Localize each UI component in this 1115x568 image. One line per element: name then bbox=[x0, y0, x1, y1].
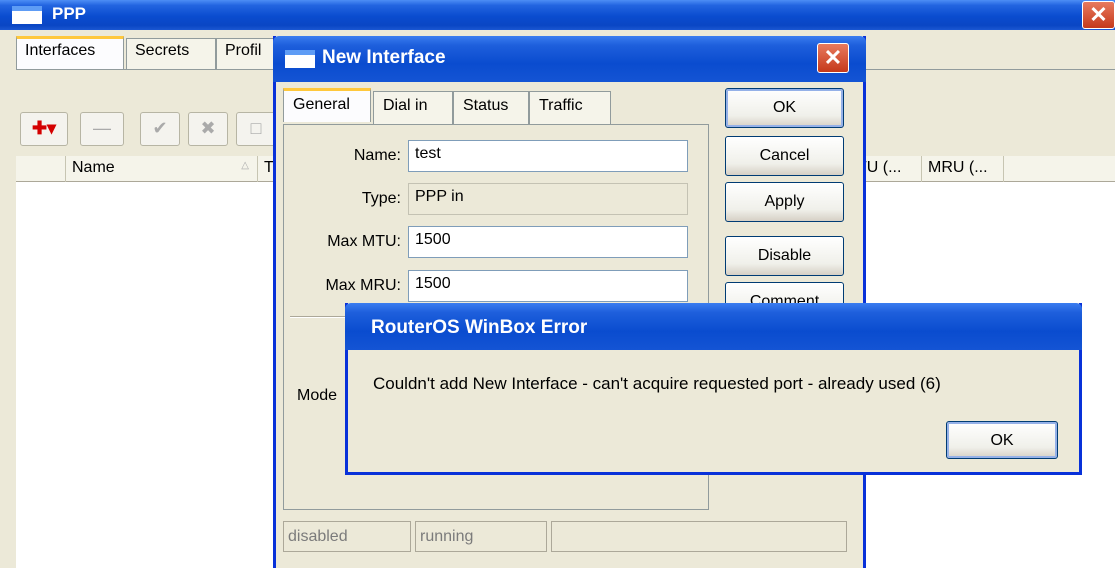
apply-button[interactable]: Apply bbox=[725, 182, 844, 222]
tab-status[interactable]: Status bbox=[453, 91, 529, 125]
new-interface-titlebar[interactable]: New Interface ✕ bbox=[273, 36, 866, 82]
remove-button[interactable]: — bbox=[80, 112, 124, 146]
comment-button[interactable]: □ bbox=[236, 112, 276, 146]
error-message: Couldn't add New Interface - can't acqui… bbox=[373, 374, 941, 393]
enable-button[interactable]: ✔ bbox=[140, 112, 180, 146]
name-label: Name: bbox=[353, 147, 401, 164]
add-button[interactable]: ✚▾ bbox=[20, 112, 68, 146]
dialog-title: New Interface bbox=[322, 47, 446, 68]
max-mtu-label: Max MTU: bbox=[327, 233, 401, 250]
column-name[interactable]: Name △ bbox=[66, 156, 258, 182]
tab-dial-in[interactable]: Dial in bbox=[373, 91, 453, 125]
window-icon bbox=[12, 6, 42, 24]
tab-general[interactable]: General bbox=[283, 88, 371, 122]
max-mru-field[interactable]: 1500 bbox=[408, 270, 688, 302]
ppp-window-title: PPP bbox=[52, 4, 87, 23]
column-mru[interactable]: MRU (... bbox=[922, 156, 1004, 182]
column-name-label: Name bbox=[72, 159, 115, 176]
disable-button[interactable]: ✖ bbox=[188, 112, 228, 146]
status-running: running bbox=[415, 521, 547, 552]
max-mtu-field[interactable]: 1500 bbox=[408, 226, 688, 258]
cancel-button[interactable]: Cancel bbox=[725, 136, 844, 176]
error-titlebar[interactable]: RouterOS WinBox Error bbox=[345, 303, 1082, 350]
close-icon[interactable]: ✕ bbox=[1082, 1, 1115, 29]
window-icon bbox=[285, 50, 315, 68]
max-mru-label: Max MRU: bbox=[325, 277, 401, 294]
status-extra bbox=[551, 521, 847, 552]
type-label: Type: bbox=[361, 190, 401, 207]
name-field[interactable]: test bbox=[408, 140, 688, 172]
sort-icon: △ bbox=[241, 160, 249, 171]
tab-traffic[interactable]: Traffic bbox=[529, 91, 611, 125]
ok-button[interactable]: OK bbox=[725, 88, 844, 128]
tab-profiles[interactable]: Profil bbox=[216, 38, 276, 70]
ppp-titlebar[interactable]: PPP ✕ bbox=[0, 0, 1115, 30]
status-bar: disabled running bbox=[276, 515, 863, 555]
header-spacer bbox=[16, 156, 66, 182]
type-field: PPP in bbox=[408, 183, 688, 215]
tab-secrets[interactable]: Secrets bbox=[126, 38, 216, 70]
tab-interfaces[interactable]: Interfaces bbox=[16, 36, 124, 70]
error-ok-button[interactable]: OK bbox=[946, 421, 1058, 459]
mode-label: Mode bbox=[297, 387, 338, 404]
status-disabled: disabled bbox=[283, 521, 411, 552]
error-title: RouterOS WinBox Error bbox=[371, 317, 588, 338]
disable-button[interactable]: Disable bbox=[725, 236, 844, 276]
close-icon[interactable]: ✕ bbox=[817, 43, 849, 73]
